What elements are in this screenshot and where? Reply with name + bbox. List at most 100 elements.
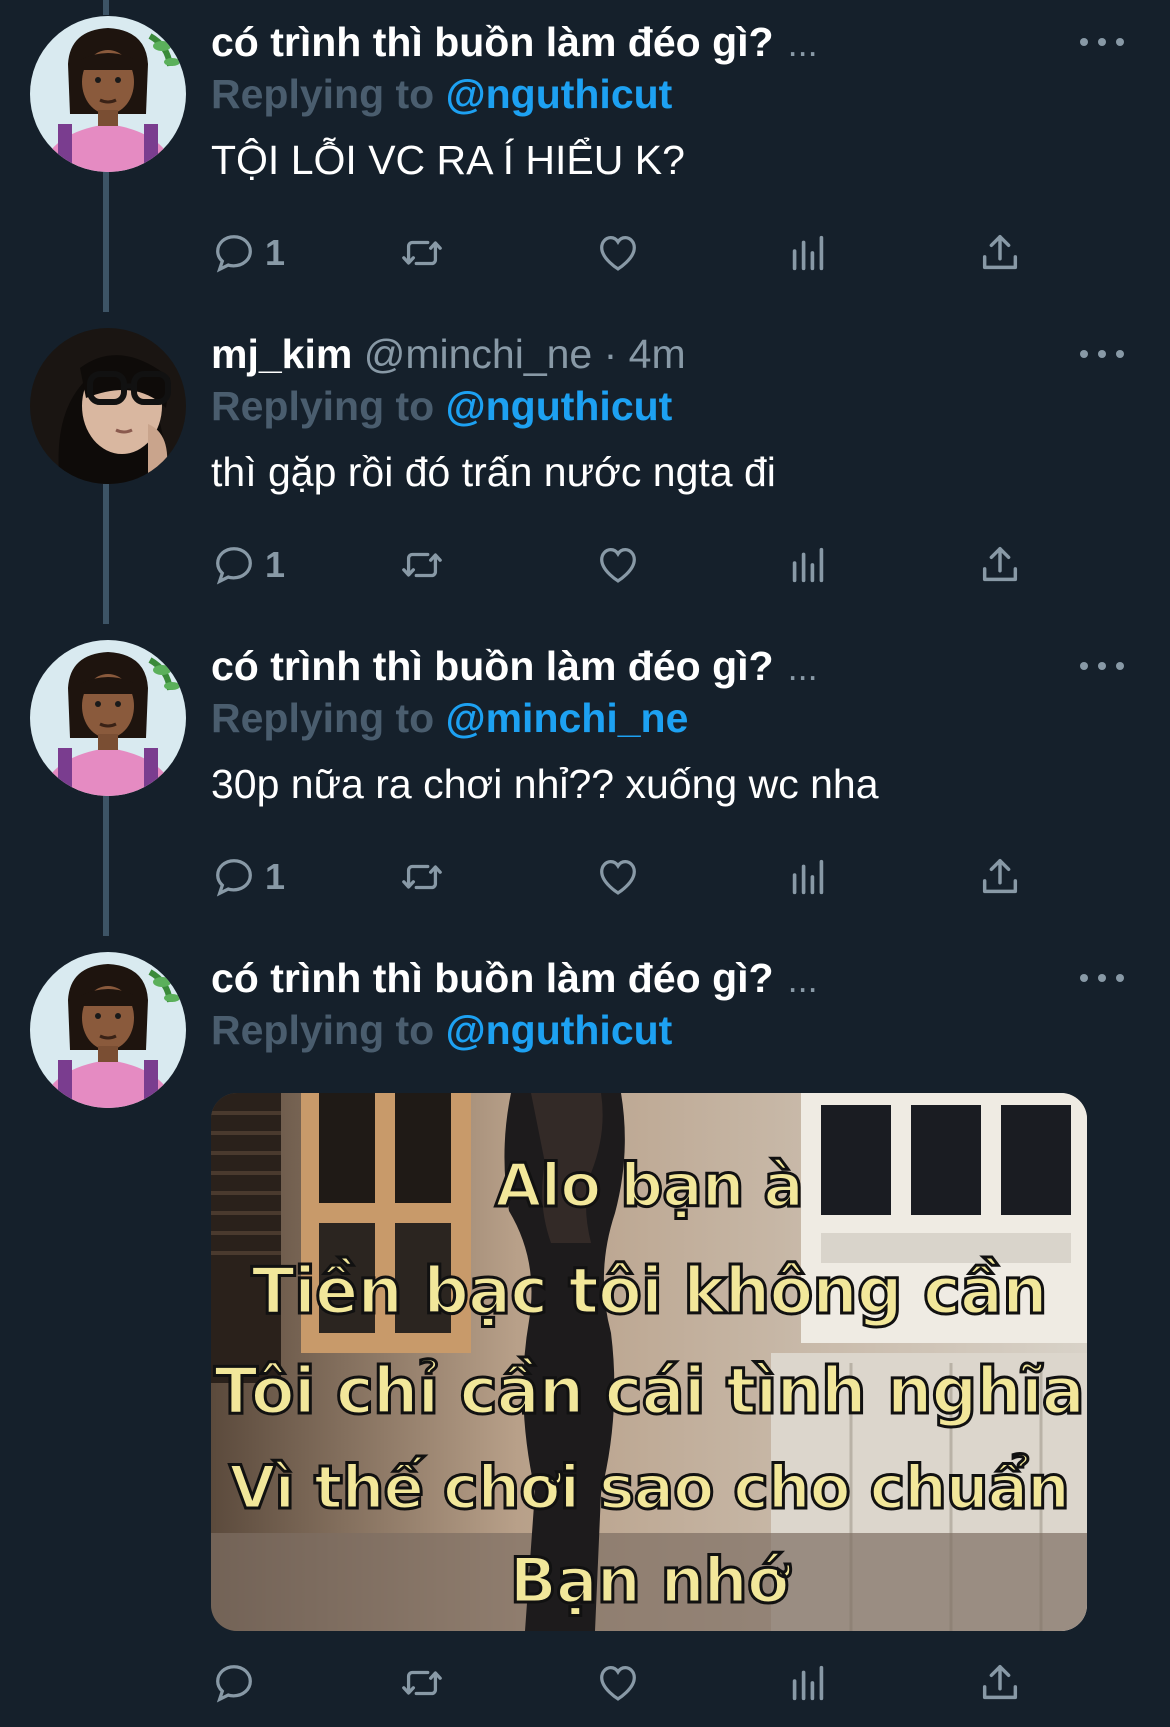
tweet-content: có trình thì buồn làm đéo gì?... Replyin… [211,952,1091,1056]
tweet-header: mj_kim @minchi_ne · 4m [211,328,1091,380]
reply-button[interactable]: 1 [211,537,285,593]
pink-shirt-haircut-avatar [30,952,186,1108]
reply-button[interactable]: 1 [211,225,285,281]
replying-to: Replying to @nguthicut [211,380,1091,432]
avatar[interactable] [30,640,186,796]
thread-connector [103,172,109,312]
replying-to: Replying to @nguthicut [211,68,1091,120]
reply-count: 1 [265,232,286,273]
like-icon [600,1666,636,1701]
analytics-icon [792,547,824,583]
share-icon [982,546,1018,582]
tweet-actions: 1 [211,225,1041,281]
replying-label: Replying to [211,1007,435,1053]
analytics-icon [792,235,824,271]
reply-icon [216,859,252,897]
share-icon [982,1664,1018,1700]
analytics-button[interactable] [785,225,831,281]
like-button[interactable] [595,1655,641,1711]
reply-count: 1 [265,544,286,585]
meme-caption-line: Alo bạn à [494,1150,806,1223]
analytics-icon [792,1665,824,1701]
analytics-button[interactable] [785,849,831,905]
retweet-icon [402,552,442,578]
pink-shirt-haircut-avatar [30,16,186,172]
thread-connector [103,0,109,15]
replying-label: Replying to [211,71,435,117]
replying-label: Replying to [211,383,435,429]
replying-to: Replying to @minchi_ne [211,692,1091,744]
more-options-icon[interactable] [1080,342,1124,366]
analytics-button[interactable] [785,1655,831,1711]
retweet-button[interactable] [399,537,445,593]
like-icon [600,860,636,895]
analytics-icon [792,859,824,895]
tweet-thread: có trình thì buồn làm đéo gì?... Replyin… [0,0,1170,1727]
share-button[interactable] [977,1655,1023,1711]
display-name[interactable]: mj_kim [211,331,352,377]
meme-caption-line: Vì thế chơi sao cho chuẩn [228,1452,1072,1525]
thread-connector [103,796,109,936]
like-icon [600,236,636,271]
retweet-icon [402,864,442,890]
tweet-content: có trình thì buồn làm đéo gì?... Replyin… [211,16,1091,186]
replying-to: Replying to @nguthicut [211,1004,1091,1056]
tweet-text: TỘI LỖI VC RA Í HIỂU K? [211,137,685,183]
tweet-content: mj_kim @minchi_ne · 4m Replying to @ngut… [211,328,1091,498]
replying-label: Replying to [211,695,435,741]
tweet-header: có trình thì buồn làm đéo gì?... [211,640,1091,692]
share-button[interactable] [977,537,1023,593]
avatar[interactable] [30,328,186,484]
display-name[interactable]: có trình thì buồn làm đéo gì? [211,955,774,1001]
share-button[interactable] [977,225,1023,281]
tweet-header: có trình thì buồn làm đéo gì?... [211,952,1091,1004]
tweet-header: có trình thì buồn làm đéo gì?... [211,16,1091,68]
more-options-icon[interactable] [1080,966,1124,990]
share-button[interactable] [977,849,1023,905]
tweet-media-image[interactable]: Alo bạn à Tiền bạc tôi không cần Tôi chỉ… [211,1093,1087,1631]
meme-caption-line: Tôi chỉ cần cái tình nghĩa [213,1354,1087,1431]
name-truncation: ... [787,647,818,688]
meme-caption-line: Bạn nhớ [508,1543,791,1619]
more-options-icon[interactable] [1080,654,1124,678]
retweet-icon [402,1670,442,1696]
share-icon [982,858,1018,894]
like-button[interactable] [595,537,641,593]
avatar[interactable] [30,952,186,1108]
handle-and-time[interactable]: @minchi_ne · 4m [364,331,686,377]
mention-link[interactable]: @nguthicut [446,383,673,429]
share-icon [982,234,1018,270]
tweet-actions: 1 [211,849,1041,905]
mention-link[interactable]: @minchi_ne [446,695,689,741]
tweet-content: có trình thì buồn làm đéo gì?... Replyin… [211,640,1091,810]
more-options-icon[interactable] [1080,30,1124,54]
analytics-button[interactable] [785,537,831,593]
display-name[interactable]: có trình thì buồn làm đéo gì? [211,19,774,65]
avatar[interactable] [30,16,186,172]
name-truncation: ... [787,23,818,64]
tweet-text: thì gặp rồi đó trấn nước ngta đi [211,449,776,495]
retweet-button[interactable] [399,1655,445,1711]
display-name[interactable]: có trình thì buồn làm đéo gì? [211,643,774,689]
mention-link[interactable]: @nguthicut [446,1007,673,1053]
name-truncation: ... [787,959,818,1000]
reply-icon [216,1665,252,1703]
like-icon [600,548,636,583]
retweet-icon [402,240,442,266]
pink-shirt-haircut-avatar [30,640,186,796]
tweet-text: 30p nữa ra chơi nhỉ?? xuống wc nha [211,761,879,807]
reply-button[interactable] [211,1655,257,1711]
reply-button[interactable]: 1 [211,849,285,905]
reply-icon [216,547,252,585]
reply-icon [216,235,252,273]
tweet-actions: 1 [211,537,1041,593]
retweet-button[interactable] [399,849,445,905]
retweet-button[interactable] [399,225,445,281]
tweet-actions [211,1655,1041,1711]
meme-caption-line: Tiền bạc tôi không cần [250,1254,1049,1331]
mention-link[interactable]: @nguthicut [446,71,673,117]
like-button[interactable] [595,225,641,281]
reply-count: 1 [265,856,286,897]
like-button[interactable] [595,849,641,905]
thread-connector [103,484,109,624]
